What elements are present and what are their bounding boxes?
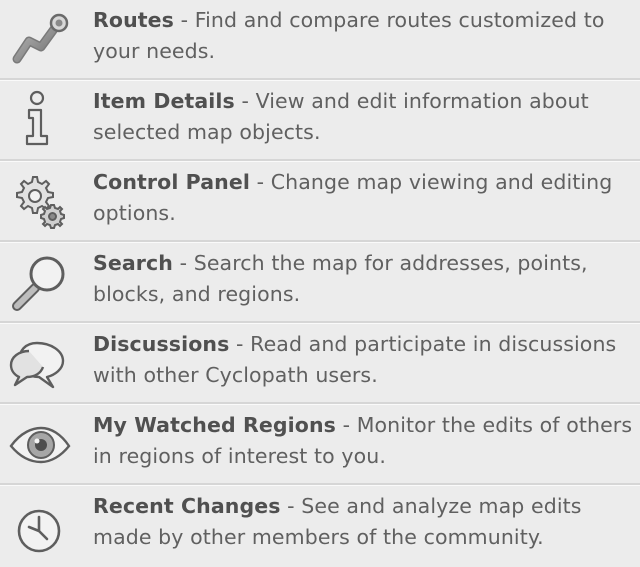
list-item-text: Search - Search the map for addresses, p… [93, 248, 638, 310]
item-title: Control Panel [93, 170, 251, 194]
list-item-text: Discussions - Read and participate in di… [93, 329, 638, 391]
item-separator: - [172, 251, 194, 275]
item-title: Discussions [93, 332, 230, 356]
speech-bubbles-icon [4, 328, 76, 400]
feature-list: Routes - Find and compare routes customi… [0, 0, 640, 553]
item-title: Recent Changes [93, 494, 281, 518]
list-item-discussions[interactable]: Discussions - Read and participate in di… [0, 324, 640, 405]
routes-icon [4, 4, 76, 76]
clock-icon [4, 490, 76, 562]
magnifier-icon [4, 247, 76, 319]
info-icon [4, 85, 76, 157]
list-item-my-watched-regions[interactable]: My Watched Regions - Monitor the edits o… [0, 405, 640, 486]
item-separator: - [250, 170, 271, 194]
item-title: My Watched Regions [93, 413, 336, 437]
list-item-text: Recent Changes - See and analyze map edi… [93, 491, 638, 553]
item-separator: - [229, 332, 251, 356]
list-item-text: My Watched Regions - Monitor the edits o… [93, 410, 638, 472]
list-item-control-panel[interactable]: Control Panel - Change map viewing and e… [0, 162, 640, 243]
list-item-text: Control Panel - Change map viewing and e… [93, 167, 638, 229]
list-item-item-details[interactable]: Item Details - View and edit information… [0, 81, 640, 162]
eye-icon [4, 409, 76, 481]
item-title: Item Details [93, 89, 235, 113]
list-item-routes[interactable]: Routes - Find and compare routes customi… [0, 0, 640, 81]
item-separator: - [234, 89, 256, 113]
list-item-recent-changes[interactable]: Recent Changes - See and analyze map edi… [0, 486, 640, 567]
list-item-text: Item Details - View and edit information… [93, 86, 638, 148]
item-title: Search [93, 251, 173, 275]
gears-icon [4, 166, 76, 238]
item-separator: - [335, 413, 357, 437]
item-separator: - [173, 8, 195, 32]
list-item-text: Routes - Find and compare routes customi… [93, 5, 638, 67]
item-title: Routes [93, 8, 174, 32]
item-separator: - [280, 494, 302, 518]
list-item-search[interactable]: Search - Search the map for addresses, p… [0, 243, 640, 324]
